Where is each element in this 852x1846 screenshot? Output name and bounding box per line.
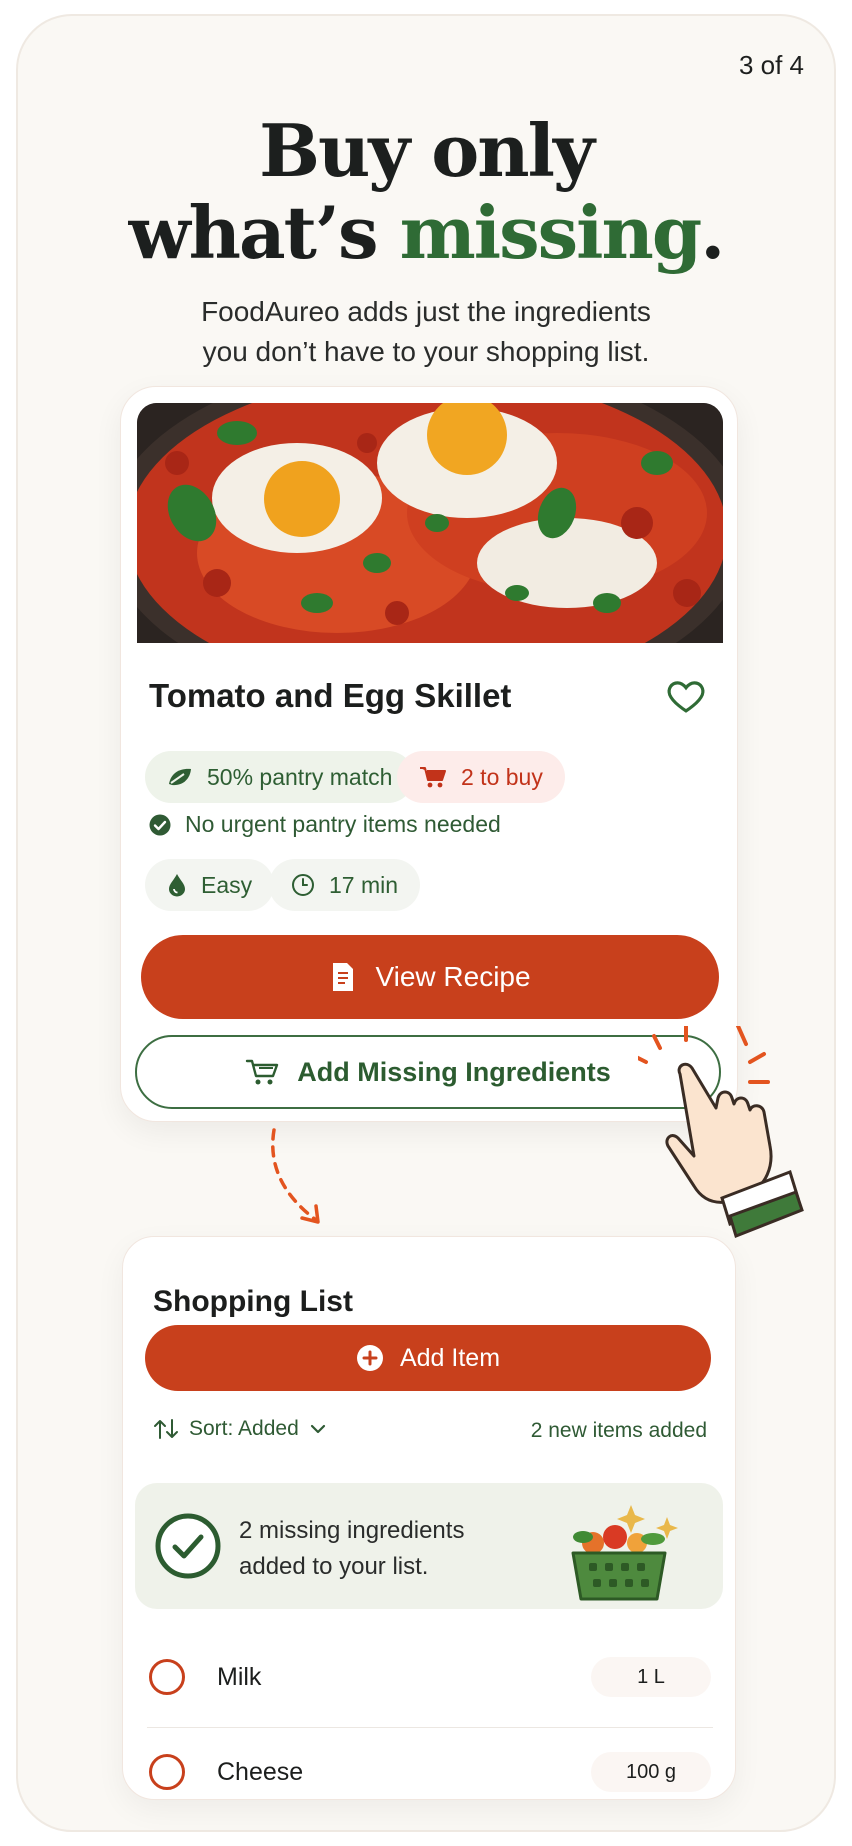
time-chip: 17 min [269,859,421,911]
recipe-image [137,403,723,643]
document-icon [333,963,354,991]
divider [147,1727,713,1728]
item-quantity: 1 L [591,1657,711,1697]
check-circle-icon [149,814,171,835]
to-buy-chip: 2 to buy [397,751,565,803]
headline-accent: missing [399,190,703,275]
list-item: Cheese 100 g [145,1747,711,1797]
view-recipe-button[interactable]: View Recipe [141,935,719,1019]
recipe-card: Tomato and Egg Skillet 50% pantry match … [120,386,738,1122]
step-indicator: 3 of 4 [738,50,804,80]
cart-icon [246,1059,279,1085]
difficulty-chip: Easy [145,859,275,911]
headline-line1: Buy only [259,108,595,193]
add-missing-ingredients-button[interactable]: Add Missing Ingredients [135,1035,721,1109]
clock-icon [292,874,314,896]
list-item: Milk 1 L [145,1637,711,1717]
item-name: Milk [217,1662,262,1691]
sort-dropdown[interactable]: Sort: Added [153,1417,327,1441]
check-circle-icon [155,1513,221,1579]
onboarding-screen: 3 of 4 Buy only what’s missing. FoodAure… [16,14,836,1832]
subtitle: FoodAureo adds just the ingredients you … [201,296,651,367]
heart-icon[interactable] [665,675,707,717]
shopping-list-title: Shopping List [153,1285,353,1318]
drop-icon [169,874,185,897]
headline-line2: what’s missing. [128,190,726,275]
new-items-count: 2 new items added [530,1419,707,1442]
pointing-hand-icon [638,1026,804,1238]
leaf-icon [169,768,191,786]
arrow-icon [271,1128,320,1224]
sort-icon [154,1419,178,1439]
basket-icon [571,1505,678,1601]
add-item-button[interactable]: Add Item [145,1325,711,1391]
item-name: Cheese [217,1757,304,1786]
headline: Buy only what’s missing. [18,110,834,274]
chevron-down-icon [310,1424,325,1434]
recipe-title: Tomato and Egg Skillet [149,677,512,714]
item-checkbox[interactable] [149,1659,185,1695]
pantry-match-chip: 50% pantry match [145,751,415,803]
added-confirmation-banner: 2 missing ingredients added to your list… [135,1483,723,1609]
item-quantity: 100 g [591,1752,711,1792]
shopping-list-card: Shopping List Add Item Sort: Added 2 new… [122,1236,736,1800]
plus-circle-icon [356,1345,383,1371]
pantry-note: No urgent pantry items needed [149,811,501,838]
cart-icon [420,767,446,788]
item-checkbox[interactable] [149,1754,185,1790]
banner-text: 2 missing ingredients added to your list… [239,1517,465,1580]
